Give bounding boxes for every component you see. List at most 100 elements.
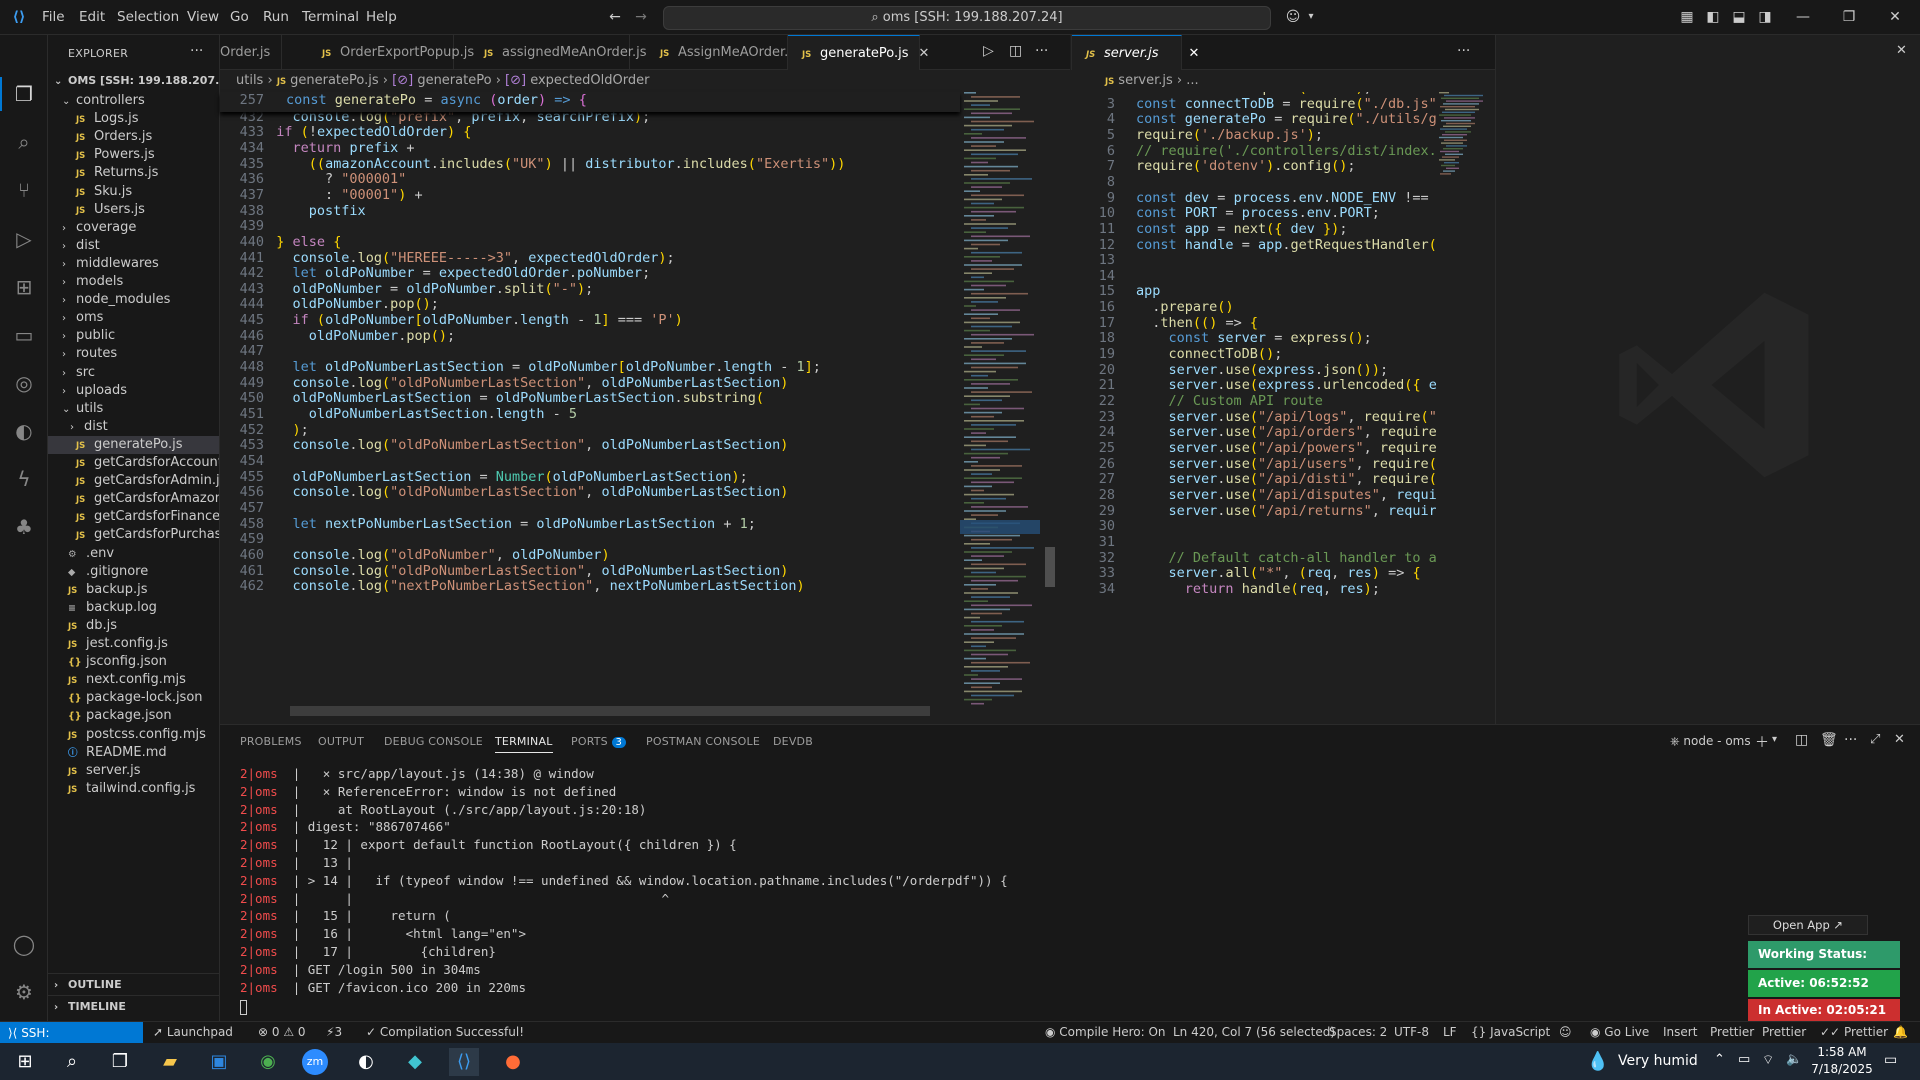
prettier-item-1[interactable]: Prettier [1710, 1025, 1754, 1039]
maximize-panel-icon[interactable]: ⤢ [1870, 732, 1880, 747]
tree-folder[interactable]: › oms [48, 309, 219, 327]
breadcrumb-item[interactable]: generatePo.js [290, 73, 379, 88]
tree-file[interactable]: JS jest.config.js [48, 635, 219, 653]
panel-tab-devdb[interactable]: DEVDB [773, 735, 813, 748]
clock-date[interactable]: 7/18/2025 [1808, 1062, 1876, 1076]
toggle-sidebar-icon[interactable]: ◧ [1704, 8, 1722, 26]
tree-file[interactable]: JS Logs.js [48, 110, 219, 128]
compilation-status[interactable]: ✓ Compilation Successful! [366, 1025, 524, 1039]
menu-file[interactable]: File [42, 9, 65, 25]
tab-assign-me-a-order[interactable]: JS AssignMeAOrder.js [630, 35, 799, 70]
back-arrow-icon[interactable]: ← [606, 8, 624, 26]
more-actions-icon[interactable]: ··· [1457, 43, 1470, 59]
search-icon[interactable]: ⌕ [12, 130, 36, 154]
more-actions-icon[interactable]: ··· [190, 43, 203, 59]
clock-time[interactable]: 1:58 AM [1812, 1045, 1872, 1059]
more-actions-icon[interactable]: ··· [1035, 43, 1048, 59]
workspace-root[interactable]: ⌄ OMS [SSH: 199.188.207.24] [48, 70, 219, 92]
breadcrumb-item[interactable]: ... [1186, 73, 1198, 88]
tree-folder[interactable]: › src [48, 364, 219, 382]
chevron-down-icon[interactable]: ▾ [1302, 8, 1320, 26]
tree-file[interactable]: JS server.js [48, 762, 219, 780]
weather-label[interactable]: Very humid [1618, 1053, 1698, 1069]
task-view-icon[interactable]: ❐ [105, 1048, 135, 1076]
tree-folder[interactable]: › dist [48, 237, 219, 255]
open-app-button[interactable]: Open App ↗ [1748, 915, 1868, 935]
tab-order[interactable]: Order.js [220, 35, 282, 70]
vscode-taskbar-icon[interactable]: ⟨⟩ [449, 1048, 479, 1076]
end-of-line[interactable]: LF [1443, 1025, 1457, 1039]
tree-folder[interactable]: › dist [48, 418, 219, 436]
tab-generate-po[interactable]: JS generatePo.js ✕ [788, 35, 929, 70]
explorer-icon[interactable]: ❐ [12, 82, 36, 106]
ports-item[interactable]: ⚡3 [326, 1025, 342, 1039]
split-editor-icon[interactable]: ◫ [1009, 43, 1022, 59]
go-live-item[interactable]: ◉ Go Live [1590, 1025, 1649, 1039]
tree-file[interactable]: JS tailwind.config.js [48, 780, 219, 798]
minimap-right[interactable] [1437, 92, 1497, 182]
tree-folder[interactable]: › public [48, 327, 219, 345]
tree-file[interactable]: JS getCardsforPurchasi... [48, 526, 219, 544]
more-actions-icon[interactable]: ··· [1844, 732, 1857, 748]
postman-icon[interactable]: ◐ [12, 419, 36, 443]
menu-run[interactable]: Run [263, 9, 289, 25]
code-editor-left[interactable]: 431432 console.log("prefix", prefix, sea… [220, 92, 960, 720]
menu-terminal[interactable]: Terminal [302, 9, 359, 25]
timeline-section[interactable]: › TIMELINE [48, 995, 219, 1017]
customize-layout-icon[interactable]: ▦ [1678, 8, 1696, 26]
tab-order-export-popup[interactable]: JS OrderExportPopup.js [282, 35, 474, 70]
close-panel-icon[interactable]: ✕ [1894, 732, 1905, 747]
encoding[interactable]: UTF-8 [1394, 1025, 1429, 1039]
sticky-scroll-line[interactable]: 257 const generatePo = async (order) => … [220, 92, 960, 112]
tree-file[interactable]: JS db.js [48, 617, 219, 635]
chrome-icon[interactable]: ◉ [253, 1048, 283, 1076]
tab-server[interactable]: JS server.js ✕ [1072, 35, 1199, 70]
tree-folder[interactable]: › uploads [48, 382, 219, 400]
toggle-panel-icon[interactable]: ⬓ [1730, 8, 1748, 26]
forward-arrow-icon[interactable]: → [632, 8, 650, 26]
zoom-icon[interactable]: zm [302, 1049, 328, 1075]
minimap[interactable] [960, 92, 1056, 720]
tree-file[interactable]: JS generatePo.js [48, 435, 219, 454]
tree-file[interactable]: ≡ backup.log [48, 599, 219, 617]
tree-file[interactable]: JS postcss.config.mjs [48, 726, 219, 744]
tree-file[interactable]: ⚙ .env [48, 545, 219, 563]
cursor-position[interactable]: Ln 420, Col 7 (56 selected) [1173, 1025, 1335, 1039]
app-icon[interactable]: ◆ [400, 1048, 430, 1076]
launchpad-item[interactable]: ➚ Launchpad [153, 1025, 233, 1039]
language-mode[interactable]: {} JavaScript [1471, 1025, 1550, 1039]
command-center[interactable]: ⌕ oms [SSH: 199.188.207.24] [663, 6, 1271, 30]
tree-file[interactable]: {} package-lock.json [48, 689, 219, 707]
tree-file[interactable]: JS getCardsforFinance.js [48, 508, 219, 526]
gitlens-icon[interactable]: ◎ [12, 371, 36, 395]
wifi-icon[interactable]: ⌔ [1762, 1052, 1774, 1068]
tree-file[interactable]: JS getCardsforAdmin.js [48, 472, 219, 490]
thunder-client-icon[interactable]: ϟ [12, 467, 36, 491]
breadcrumb-item[interactable]: server.js [1118, 73, 1172, 88]
kill-terminal-icon[interactable]: 🗑 [1820, 732, 1838, 748]
panel-tab-problems[interactable]: PROBLEMS [240, 735, 302, 748]
tree-file[interactable]: JS Returns.js [48, 164, 219, 182]
windows-start-icon[interactable]: ⊞ [10, 1048, 40, 1076]
code-editor-right[interactable]: 2const next = require("next");3const con… [1071, 92, 1436, 720]
close-tab-icon[interactable]: ✕ [919, 46, 930, 61]
tree-file[interactable]: JS backup.js [48, 581, 219, 599]
python-icon[interactable]: ♣ [12, 515, 36, 539]
menu-selection[interactable]: Selection [117, 9, 179, 25]
close-window-icon[interactable]: ✕ [1886, 8, 1904, 26]
volume-icon[interactable]: 🔈 [1786, 1052, 1802, 1067]
minimize-icon[interactable]: — [1794, 8, 1812, 26]
tree-file[interactable]: ◆ .gitignore [48, 563, 219, 581]
copilot-status-icon[interactable]: ☺ [1559, 1025, 1572, 1039]
outline-section[interactable]: › OUTLINE [48, 973, 219, 995]
menu-view[interactable]: View [187, 9, 219, 25]
menu-go[interactable]: Go [230, 9, 249, 25]
problems-item[interactable]: ⊗ 0 ⚠ 0 [258, 1025, 306, 1039]
extensions-icon[interactable]: ⊞ [12, 275, 36, 299]
compile-hero-item[interactable]: ◉ Compile Hero: On [1045, 1025, 1166, 1039]
account-icon[interactable]: ◯ [12, 932, 36, 956]
run-file-icon[interactable]: ▷ [983, 43, 994, 59]
tree-file[interactable]: ⓘ README.md [48, 744, 219, 762]
menu-help[interactable]: Help [366, 9, 397, 25]
close-panel-icon[interactable]: ✕ [1896, 43, 1907, 58]
